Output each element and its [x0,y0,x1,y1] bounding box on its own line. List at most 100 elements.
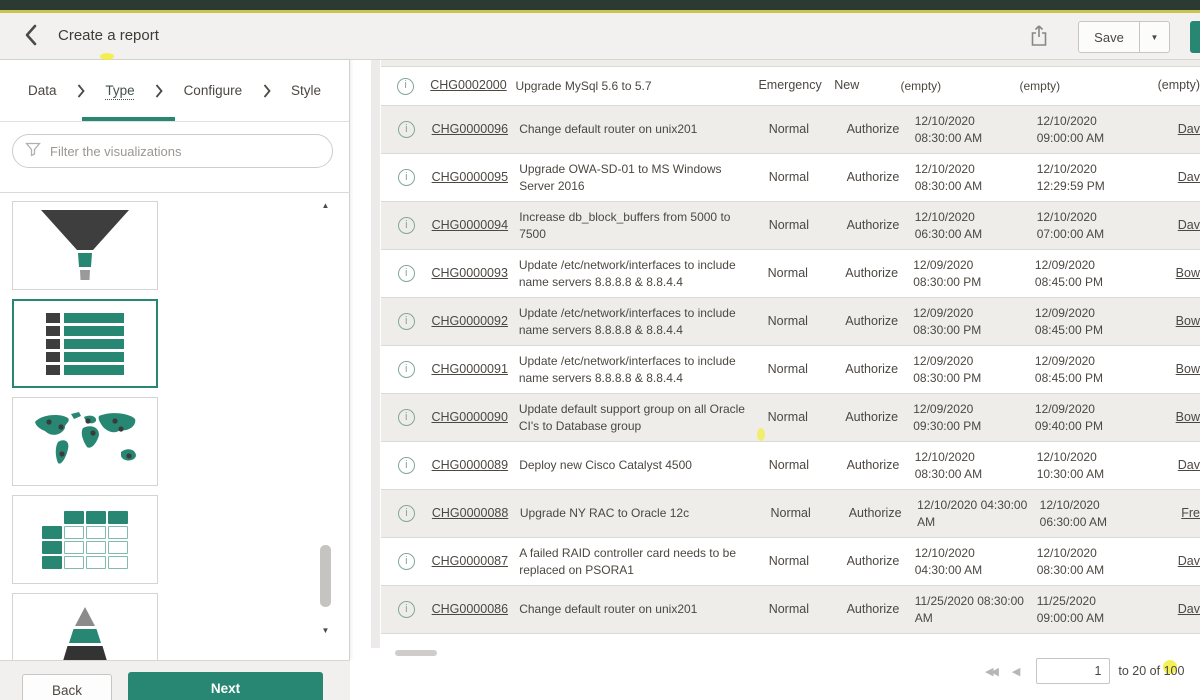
step-data[interactable]: Data [28,83,57,98]
short-description: Upgrade NY RAC to Oracle 12c [520,505,771,522]
priority-value: Normal [768,313,846,331]
previous-page-icon[interactable]: ◀ [1012,665,1020,678]
state-value: Authorize [845,361,913,379]
preview-horizontal-scrollbar-thumb[interactable] [395,650,437,656]
filter-input[interactable] [50,144,320,159]
planned-start-date: 11/25/2020 08:30:00 AM [915,593,1037,627]
info-icon[interactable]: i [398,313,415,330]
assigned-to-link[interactable]: Dav [1178,554,1200,568]
back-button[interactable]: Back [22,674,112,700]
assigned-to-link[interactable]: Dav [1178,218,1200,232]
short-description: Update default support group on all Orac… [519,401,768,435]
chevron-right-icon [263,84,271,98]
pagination-range-label: to 20 of 100 [1118,664,1184,678]
save-button[interactable]: Save [1078,21,1140,53]
page-number-input[interactable] [1036,658,1110,684]
planned-end-date: 11/25/2020 09:00:00 AM [1037,593,1156,627]
priority-value: Normal [769,121,847,139]
planned-end-date: 12/10/2020 12:29:59 PM [1037,161,1156,195]
info-icon[interactable]: i [398,121,415,138]
planned-start-date: 12/10/2020 08:30:00 AM [915,449,1037,483]
info-icon[interactable]: i [397,78,414,95]
preview-vertical-scrollbar[interactable] [371,60,380,648]
change-number-link[interactable]: CHG0000089 [432,458,508,472]
change-number-link[interactable]: CHG0000092 [431,314,507,328]
assigned-to-link[interactable]: Dav [1178,458,1200,472]
chevron-right-icon [155,84,163,98]
planned-end-date: 12/10/2020 07:00:00 AM [1037,209,1156,243]
change-number-link[interactable]: CHG0000095 [432,170,508,184]
caret-down-icon: ▼ [1151,33,1159,42]
share-button[interactable] [1026,24,1052,52]
change-number-link[interactable]: CHG0000088 [432,506,508,520]
assigned-to-link[interactable]: Dav [1178,602,1200,616]
info-icon[interactable]: i [398,361,415,378]
step-style[interactable]: Style [291,83,321,98]
info-icon[interactable]: i [398,169,415,186]
assigned-to-link[interactable]: Dav [1178,122,1200,136]
info-icon[interactable]: i [398,265,415,282]
scroll-up-icon[interactable]: ▲ [318,201,333,210]
assigned-to-link[interactable]: Bow [1176,314,1200,328]
viz-thumbnail-pyramid[interactable] [12,593,158,668]
step-type[interactable]: Type [105,83,134,98]
viz-thumbnail-map[interactable] [12,397,158,486]
planned-start-date: 12/09/2020 08:30:00 PM [913,257,1035,291]
change-number-link[interactable]: CHG0000090 [431,410,507,424]
planned-start-date: 12/09/2020 09:30:00 PM [913,401,1035,435]
cursor-highlight [757,428,765,441]
viz-thumbnail-funnel[interactable] [12,201,158,290]
pyramid-chart-icon [35,603,135,669]
assigned-to-link[interactable]: Fre [1181,506,1200,520]
short-description: A failed RAID controller card needs to b… [519,545,769,579]
viz-thumbnail-list[interactable] [12,299,158,388]
change-number-link[interactable]: CHG0000087 [432,554,508,568]
info-icon[interactable]: i [398,553,415,570]
visualization-filter [12,134,333,168]
scrollbar-thumb[interactable] [320,545,331,607]
priority-value: Normal [769,601,847,619]
info-icon[interactable]: i [398,217,415,234]
planned-end-date: 12/10/2020 10:30:00 AM [1037,449,1156,483]
change-number-link[interactable]: CHG0000096 [432,122,508,136]
list-chart-icon [46,313,124,375]
assigned-to-link[interactable]: Bow [1176,410,1200,424]
planned-start-date: 12/09/2020 08:30:00 PM [913,305,1035,339]
next-button[interactable]: Next [128,672,323,700]
state-value: Authorize [847,553,915,571]
change-number-link[interactable]: CHG0000086 [432,602,508,616]
run-button-fragment[interactable] [1190,21,1200,53]
change-number-link[interactable]: CHG0000093 [431,266,507,280]
first-page-icon[interactable]: ◀◀ [985,665,996,678]
planned-end-date: 12/10/2020 08:30:00 AM [1037,545,1156,579]
info-icon[interactable]: i [398,505,415,522]
step-configure[interactable]: Configure [184,83,243,98]
page-title: Create a report [58,27,159,44]
save-split-button: Save ▼ [1078,21,1170,53]
wizard-footer: Back Next [0,660,350,700]
short-description: Upgrade MySql 5.6 to 5.7 [515,78,758,95]
planned-end-date: (empty) [1019,78,1135,95]
planned-end-date: 12/09/2020 08:45:00 PM [1035,305,1154,339]
state-value: Authorize [845,409,913,427]
state-value: Authorize [847,457,915,475]
save-dropdown-button[interactable]: ▼ [1140,21,1170,53]
assigned-to-link[interactable]: Bow [1176,362,1200,376]
report-wizard-sidebar: Data Type Configure Style [0,60,350,660]
assigned-to-link[interactable]: Bow [1176,266,1200,280]
info-icon[interactable]: i [398,457,415,474]
viz-thumbnail-heatmap[interactable] [12,495,158,584]
change-number-link[interactable]: CHG0002000 [430,78,506,92]
assigned-to-link[interactable]: Dav [1178,170,1200,184]
scroll-down-icon[interactable]: ▼ [318,626,333,635]
info-icon[interactable]: i [398,601,415,618]
change-number-link[interactable]: CHG0000094 [432,218,508,232]
change-number-link[interactable]: CHG0000091 [431,362,507,376]
back-arrow-button[interactable] [18,24,44,50]
table-row: i CHG0000095 Upgrade OWA-SD-01 to MS Win… [381,154,1200,202]
state-value: Authorize [849,505,917,523]
table-row: i CHG0000088 Upgrade NY RAC to Oracle 12… [381,490,1200,538]
planned-start-date: 12/10/2020 04:30:00 AM [917,497,1040,531]
info-icon[interactable]: i [398,409,415,426]
state-value: Authorize [847,121,915,139]
